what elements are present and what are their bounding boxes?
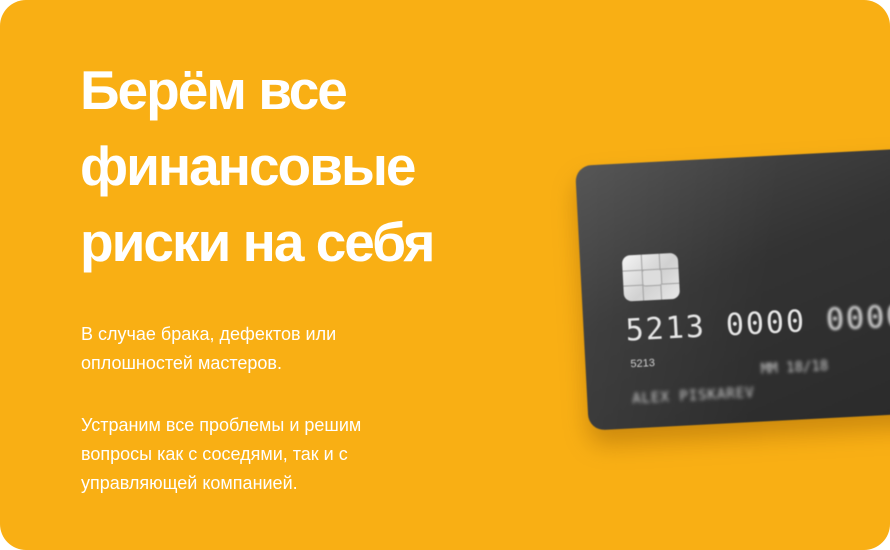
paragraph-line: Устраним все проблемы и решим (81, 415, 362, 435)
headline-line: финансовые (80, 135, 417, 197)
promo-banner: Берём все финансовые риски на себя В слу… (0, 0, 890, 550)
headline-line: риски на себя (80, 211, 436, 273)
banner-headline: Берём все финансовые риски на себя (80, 52, 540, 280)
card-expiry: MM 18/18 (760, 358, 829, 378)
paragraph-line: В случае брака, дефектов или (81, 324, 337, 344)
card-number-small: 5213 (630, 357, 656, 371)
bank-card-image: 5213 0000 0000 5213 MM 18/18 ALEX PISKAR… (575, 144, 890, 431)
banner-paragraph-defects: В случае брака, дефектов или оплошностей… (81, 320, 441, 378)
card-number: 5213 0000 0000 (625, 299, 890, 349)
card-number-group: 0000 (825, 298, 890, 339)
paragraph-line: оплошностей мастеров. (81, 353, 282, 373)
card-number-group: 5213 (624, 309, 707, 349)
card-holder-name: ALEX PISKAREV (631, 384, 756, 408)
card-chip-icon (621, 252, 681, 302)
paragraph-line: управляющей компанией. (81, 473, 298, 493)
banner-paragraph-problems: Устраним все проблемы и решим вопросы ка… (81, 411, 441, 498)
paragraph-line: вопросы как с соседями, так и с (81, 444, 348, 464)
headline-line: Берём все (80, 59, 348, 121)
card-number-group: 0000 (724, 304, 807, 344)
